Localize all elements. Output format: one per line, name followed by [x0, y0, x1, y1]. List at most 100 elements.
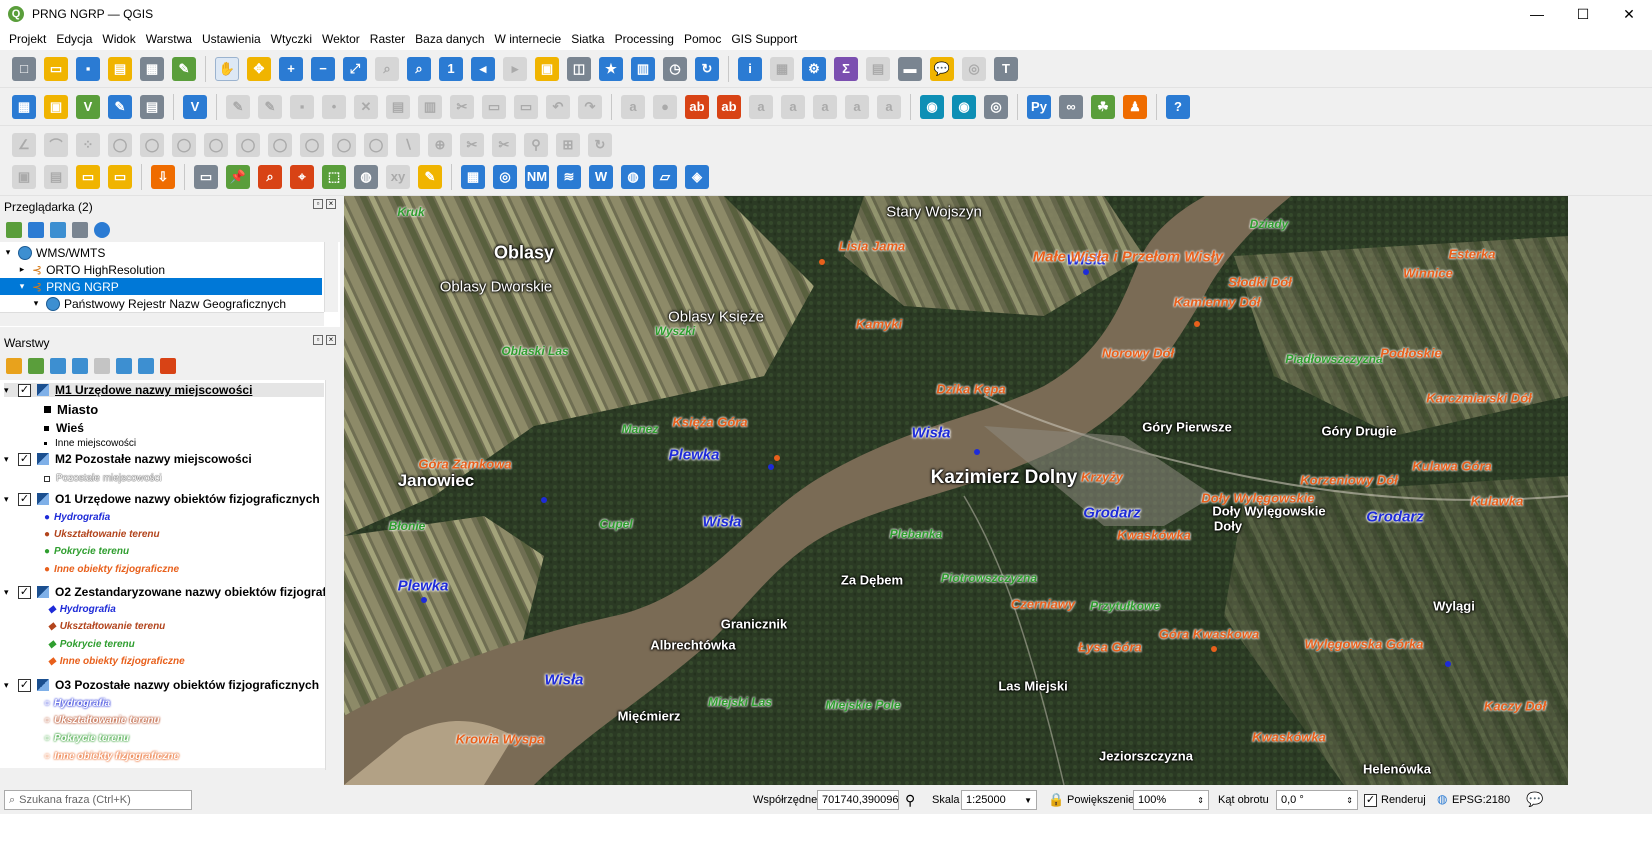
processing-toolbox-icon[interactable]: ⚙ — [802, 56, 826, 81]
crs-button[interactable]: EPSG:2180 — [1452, 794, 1510, 806]
map-tips-icon[interactable]: 💬 — [930, 56, 954, 81]
zoom-native-icon[interactable]: 1 — [439, 56, 463, 81]
map-label-cover[interactable]: Przytułkowe — [1090, 599, 1160, 613]
refresh-icon[interactable]: ↻ — [695, 56, 719, 81]
zoom-full-icon[interactable]: ⤢ — [343, 56, 367, 81]
float-panel-icon[interactable]: ▫ — [313, 199, 323, 209]
bounding-box-icon[interactable]: ⬚ — [322, 164, 346, 189]
map-label-cover[interactable]: Błonie — [389, 519, 426, 533]
tree-item-orto[interactable]: ▸ ⊰ ORTO HighResolution — [16, 261, 322, 278]
save-project-icon[interactable]: ▪ — [76, 56, 100, 81]
map-label-cover[interactable]: Cupel — [599, 517, 632, 531]
map-point-hydro[interactable] — [768, 464, 774, 470]
map-label-other[interactable]: Doły Wylęgowskie — [1201, 491, 1314, 506]
map-point-hydro[interactable] — [421, 597, 427, 603]
menu-siatka[interactable]: Siatka — [566, 32, 609, 46]
open-project-icon[interactable]: ▭ — [44, 56, 68, 81]
map-label-cover[interactable]: Oblaski Las — [501, 344, 568, 358]
map-label-place[interactable]: Janowiec — [398, 471, 475, 491]
map-label-place[interactable]: Oblasy Dworskie — [440, 279, 553, 296]
tree-item-prng-layer[interactable]: ▾ Państwowy Rejestr Nazw Geograficznych — [30, 295, 322, 312]
map-label-other[interactable]: Góra Kwaskowa — [1159, 627, 1259, 642]
menu-warstwa[interactable]: Warstwa — [141, 32, 197, 46]
map-label-place[interactable]: Góry Pierwsze — [1142, 420, 1232, 435]
label-pin-icon[interactable]: ab — [685, 94, 709, 119]
map-label-other[interactable]: Korzeniowy Dół — [1300, 473, 1398, 488]
map-label-other[interactable]: Lisia Jama — [839, 239, 906, 254]
pan-map-icon[interactable]: ✋ — [215, 56, 239, 81]
maximize-button[interactable]: ☐ — [1560, 0, 1606, 28]
toggle-extents-icon[interactable]: ⚲ — [905, 792, 915, 809]
map-canvas[interactable]: Oblasy Oblasy Dworskie Oblasy Księże Sta… — [344, 196, 1568, 785]
refresh-browser-icon[interactable] — [28, 222, 44, 238]
style-manager-icon[interactable]: ✎ — [172, 56, 196, 81]
coordinate-field[interactable]: 701740,390096 — [817, 790, 899, 810]
menu-wtyczki[interactable]: Wtyczki — [266, 32, 317, 46]
identify-icon[interactable]: i — [738, 56, 762, 81]
statistics-icon[interactable]: Σ — [834, 56, 858, 81]
close-button[interactable]: ✕ — [1606, 0, 1652, 28]
layer-group-o1[interactable]: ▾ ✓ O1 Urzędowe nazwy obiektów fizjograf… — [4, 492, 320, 506]
data-source-manager-icon[interactable]: ▦ — [12, 94, 36, 119]
new-map-view-icon[interactable]: ▣ — [535, 56, 559, 81]
filter-legend-icon[interactable] — [72, 358, 88, 374]
map-label-place[interactable]: Granicznik — [721, 617, 787, 632]
download-plugin-icon[interactable]: ⇩ — [151, 164, 175, 189]
map-label-cover[interactable]: Dziady — [1250, 217, 1289, 231]
geoportal-tiles-icon[interactable]: ▦ — [461, 164, 485, 189]
messages-icon[interactable]: 💬 — [1526, 791, 1543, 808]
zoom-to-layer-icon[interactable]: ⌕ — [407, 56, 431, 81]
map-label-other[interactable]: Kaczy Dół — [1484, 699, 1546, 714]
geoportal-target-icon[interactable]: ◎ — [493, 164, 517, 189]
expand-arrow-icon[interactable]: ▾ — [2, 247, 14, 258]
map-label-place[interactable]: Stary Wojszyn — [886, 204, 982, 221]
map-label-place[interactable]: Albrechtówka — [650, 638, 735, 653]
collapse-all-layers-icon[interactable] — [138, 358, 154, 374]
globe-icon[interactable]: ◍ — [621, 164, 645, 189]
lock-scale-icon[interactable]: 🔒 — [1048, 792, 1064, 808]
new-3d-view-icon[interactable]: ◫ — [567, 56, 591, 81]
layers-stack-icon[interactable]: ≋ — [557, 164, 581, 189]
bookmark-new-icon[interactable]: ★ — [599, 56, 623, 81]
menu-raster[interactable]: Raster — [365, 32, 410, 46]
measure-icon[interactable]: ▬ — [898, 56, 922, 81]
map-label-other[interactable]: Słodki Dół — [1228, 275, 1292, 290]
map-label-place[interactable]: Doły Wylęgowskie — [1212, 504, 1325, 519]
map-label-place[interactable]: Oblasy Księże — [668, 309, 764, 326]
map-label-other[interactable]: Winnice — [1403, 266, 1453, 281]
float-panel-icon[interactable]: ▫ — [313, 335, 323, 345]
map-label-other[interactable]: Karczmiarski Dół — [1426, 391, 1532, 406]
map-label-cover[interactable]: Plebanka — [890, 527, 943, 541]
bookmarks-icon[interactable]: ▥ — [631, 56, 655, 81]
browser-vertical-scrollbar[interactable] — [324, 242, 338, 312]
search-location-icon[interactable]: ⌕ — [258, 164, 282, 189]
collapse-all-icon[interactable] — [72, 222, 88, 238]
map-label-other[interactable]: Łysa Góra — [1078, 640, 1142, 655]
compass-icon[interactable]: ◈ — [685, 164, 709, 189]
rotation-field[interactable]: 0,0 ° ⇕ — [1276, 790, 1358, 810]
expand-arrow-icon[interactable]: ▾ — [4, 680, 18, 691]
map-label-cover[interactable]: Manez — [622, 422, 659, 436]
zoom-out-icon[interactable]: − — [311, 56, 335, 81]
map-label-hydro[interactable]: Plewka — [398, 578, 449, 595]
layer-visibility-checkbox[interactable]: ✓ — [18, 678, 31, 692]
map-label-cover[interactable]: Piądłowszczyzna — [1285, 352, 1382, 366]
pan-to-selection-icon[interactable]: ✥ — [247, 56, 271, 81]
layer-group-m2[interactable]: ▾ ✓ M2 Pozostałe nazwy miejscowości — [4, 452, 252, 466]
map-label-other[interactable]: Kulawa Góra — [1412, 459, 1491, 474]
binoculars-icon[interactable]: ∞ — [1059, 94, 1083, 119]
expand-arrow-icon[interactable]: ▾ — [4, 454, 18, 465]
expand-arrow-icon[interactable]: ▾ — [16, 281, 28, 292]
map-label-cover[interactable]: Piotrowszczyzna — [941, 571, 1037, 585]
grass-plugin-icon[interactable]: ☘ — [1091, 94, 1115, 119]
expand-arrow-icon[interactable]: ▾ — [4, 587, 18, 598]
map-point-other[interactable] — [1211, 646, 1217, 652]
map-label-place[interactable]: Doły — [1214, 519, 1242, 534]
menu-processing[interactable]: Processing — [610, 32, 679, 46]
menu-edycja[interactable]: Edycja — [51, 32, 97, 46]
map-point-hydro[interactable] — [541, 497, 547, 503]
pin-map-icon[interactable]: 📌 — [226, 164, 250, 189]
label-show-icon[interactable]: ab — [717, 94, 741, 119]
metasearch-icon[interactable]: ◉ — [920, 94, 944, 119]
layer-visibility-checkbox[interactable]: ✓ — [18, 492, 31, 506]
